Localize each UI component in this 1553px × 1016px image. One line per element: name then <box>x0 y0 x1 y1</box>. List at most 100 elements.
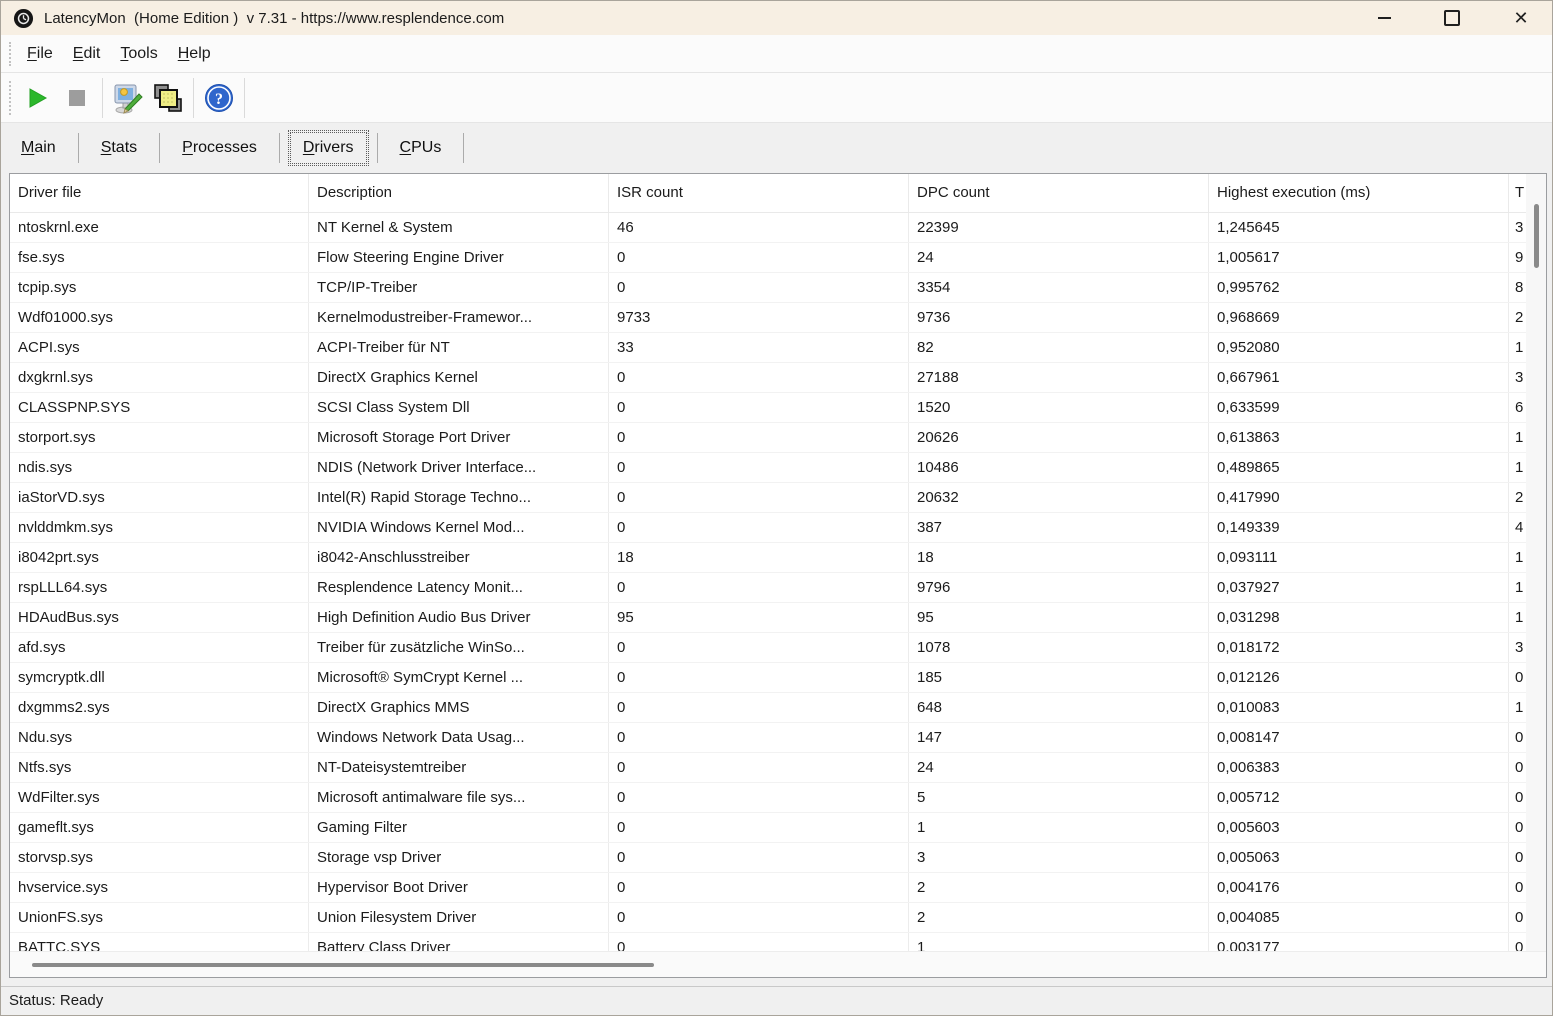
table-row[interactable]: gameflt.sysGaming Filter010,0056030 <box>10 813 1546 843</box>
table-row[interactable]: ntoskrnl.exeNT Kernel & System46223991,2… <box>10 213 1546 243</box>
table-row[interactable]: iaStorVD.sysIntel(R) Rapid Storage Techn… <box>10 483 1546 513</box>
table-cell: 0,667961 <box>1209 363 1509 392</box>
table-cell: 1 <box>1509 333 1524 362</box>
table-row[interactable]: afd.sysTreiber für zusätzliche WinSo...0… <box>10 633 1546 663</box>
column-header[interactable]: DPC count <box>909 174 1209 212</box>
column-header[interactable]: T <box>1509 174 1524 212</box>
vertical-scrollbar-thumb[interactable] <box>1534 204 1539 268</box>
table-cell: 24 <box>909 753 1209 782</box>
table-cell: 0,633599 <box>1209 393 1509 422</box>
table-row[interactable]: BATTC.SYSBattery Class Driver010,0031770 <box>10 933 1546 951</box>
table-cell: 2 <box>909 903 1209 932</box>
table-cell: 0 <box>1509 813 1524 842</box>
table-row[interactable]: storport.sysMicrosoft Storage Port Drive… <box>10 423 1546 453</box>
table-cell: ACPI-Treiber für NT <box>309 333 609 362</box>
table-row[interactable]: Wdf01000.sysKernelmodustreiber-Framewor.… <box>10 303 1546 333</box>
table-cell: 0 <box>609 843 909 872</box>
table-cell: TCP/IP-Treiber <box>309 273 609 302</box>
table-cell: Intel(R) Rapid Storage Techno... <box>309 483 609 512</box>
minimize-button[interactable] <box>1362 3 1406 33</box>
table-row[interactable]: nvlddmkm.sysNVIDIA Windows Kernel Mod...… <box>10 513 1546 543</box>
table-row[interactable]: fse.sysFlow Steering Engine Driver0241,0… <box>10 243 1546 273</box>
vertical-scrollbar[interactable] <box>1526 174 1546 951</box>
table-row[interactable]: dxgmms2.sysDirectX Graphics MMS06480,010… <box>10 693 1546 723</box>
tab-stats[interactable]: Stats <box>85 132 153 164</box>
tab-main[interactable]: Main <box>5 132 72 164</box>
table-cell: hvservice.sys <box>10 873 309 902</box>
table-cell: afd.sys <box>10 633 309 662</box>
tab-drivers[interactable]: Drivers <box>290 132 367 164</box>
table-cell: 95 <box>909 603 1209 632</box>
table-cell: Battery Class Driver <box>309 933 609 951</box>
column-header[interactable]: Description <box>309 174 609 212</box>
tab-separator <box>377 133 378 163</box>
menu-item-edit[interactable]: Edit <box>63 45 111 63</box>
table-row[interactable]: dxgkrnl.sysDirectX Graphics Kernel027188… <box>10 363 1546 393</box>
table-cell: 0,037927 <box>1209 573 1509 602</box>
table-row[interactable]: UnionFS.sysUnion Filesystem Driver020,00… <box>10 903 1546 933</box>
table-cell: 1 <box>1509 423 1524 452</box>
table-cell: NT-Dateisystemtreiber <box>309 753 609 782</box>
table-row[interactable]: i8042prt.sysi8042-Anschlusstreiber18180,… <box>10 543 1546 573</box>
window-controls: ✕ <box>1362 1 1543 35</box>
table-cell: CLASSPNP.SYS <box>10 393 309 422</box>
table-row[interactable]: storvsp.sysStorage vsp Driver030,0050630 <box>10 843 1546 873</box>
table-cell: 46 <box>609 213 909 242</box>
table-row[interactable]: hvservice.sysHypervisor Boot Driver020,0… <box>10 873 1546 903</box>
horizontal-scrollbar-thumb[interactable] <box>32 963 654 967</box>
start-monitor-button[interactable] <box>17 78 57 118</box>
table-cell: 185 <box>909 663 1209 692</box>
table-cell: 9736 <box>909 303 1209 332</box>
table-cell: 1078 <box>909 633 1209 662</box>
column-header[interactable]: Driver file <box>10 174 309 212</box>
table-cell: 0 <box>609 513 909 542</box>
table-row[interactable]: CLASSPNP.SYSSCSI Class System Dll015200,… <box>10 393 1546 423</box>
table-cell: NT Kernel & System <box>309 213 609 242</box>
table-cell: DirectX Graphics MMS <box>309 693 609 722</box>
report-button[interactable] <box>148 78 188 118</box>
report-layers-icon <box>152 82 184 114</box>
table-row[interactable]: Ntfs.sysNT-Dateisystemtreiber0240,006383… <box>10 753 1546 783</box>
play-icon <box>25 86 49 110</box>
table-cell: iaStorVD.sys <box>10 483 309 512</box>
table-cell: 0,417990 <box>1209 483 1509 512</box>
menu-item-file[interactable]: File <box>17 45 63 63</box>
table-row[interactable]: Ndu.sysWindows Network Data Usag...01470… <box>10 723 1546 753</box>
column-header[interactable]: ISR count <box>609 174 909 212</box>
help-button[interactable]: ? <box>199 78 239 118</box>
table-cell: 0 <box>609 633 909 662</box>
close-button[interactable]: ✕ <box>1499 3 1543 33</box>
table-row[interactable]: symcryptk.dllMicrosoft® SymCrypt Kernel … <box>10 663 1546 693</box>
table-cell: storvsp.sys <box>10 843 309 872</box>
table-cell: 1 <box>1509 453 1524 482</box>
tab-cpus[interactable]: CPUs <box>384 132 458 164</box>
table-cell: gameflt.sys <box>10 813 309 842</box>
table-row[interactable]: ndis.sysNDIS (Network Driver Interface..… <box>10 453 1546 483</box>
horizontal-scrollbar[interactable] <box>10 951 1546 977</box>
table-cell: Kernelmodustreiber-Framewor... <box>309 303 609 332</box>
table-cell: Union Filesystem Driver <box>309 903 609 932</box>
table-cell: dxgmms2.sys <box>10 693 309 722</box>
table-row[interactable]: WdFilter.sysMicrosoft antimalware file s… <box>10 783 1546 813</box>
table-cell: 3 <box>909 843 1209 872</box>
column-header[interactable]: Highest execution (ms) <box>1209 174 1509 212</box>
menu-item-tools[interactable]: Tools <box>110 45 167 63</box>
table-row[interactable]: HDAudBus.sysHigh Definition Audio Bus Dr… <box>10 603 1546 633</box>
table-cell: 0 <box>1509 723 1524 752</box>
maximize-button[interactable] <box>1430 3 1474 33</box>
table-cell: 1,245645 <box>1209 213 1509 242</box>
menu-item-help[interactable]: Help <box>168 45 221 63</box>
options-button[interactable] <box>108 78 148 118</box>
table-cell: 0,489865 <box>1209 453 1509 482</box>
table-cell: tcpip.sys <box>10 273 309 302</box>
stop-monitor-button[interactable] <box>57 78 97 118</box>
status-bar: Status: Ready <box>1 986 1552 1016</box>
tab-processes[interactable]: Processes <box>166 132 273 164</box>
svg-text:?: ? <box>215 91 223 108</box>
table-row[interactable]: tcpip.sysTCP/IP-Treiber033540,9957628 <box>10 273 1546 303</box>
table-row[interactable]: ACPI.sysACPI-Treiber für NT33820,9520801 <box>10 333 1546 363</box>
table-row[interactable]: rspLLL64.sysResplendence Latency Monit..… <box>10 573 1546 603</box>
listview-header: Driver fileDescriptionISR countDPC count… <box>10 174 1546 213</box>
table-cell: 0 <box>609 363 909 392</box>
table-cell: 27188 <box>909 363 1209 392</box>
